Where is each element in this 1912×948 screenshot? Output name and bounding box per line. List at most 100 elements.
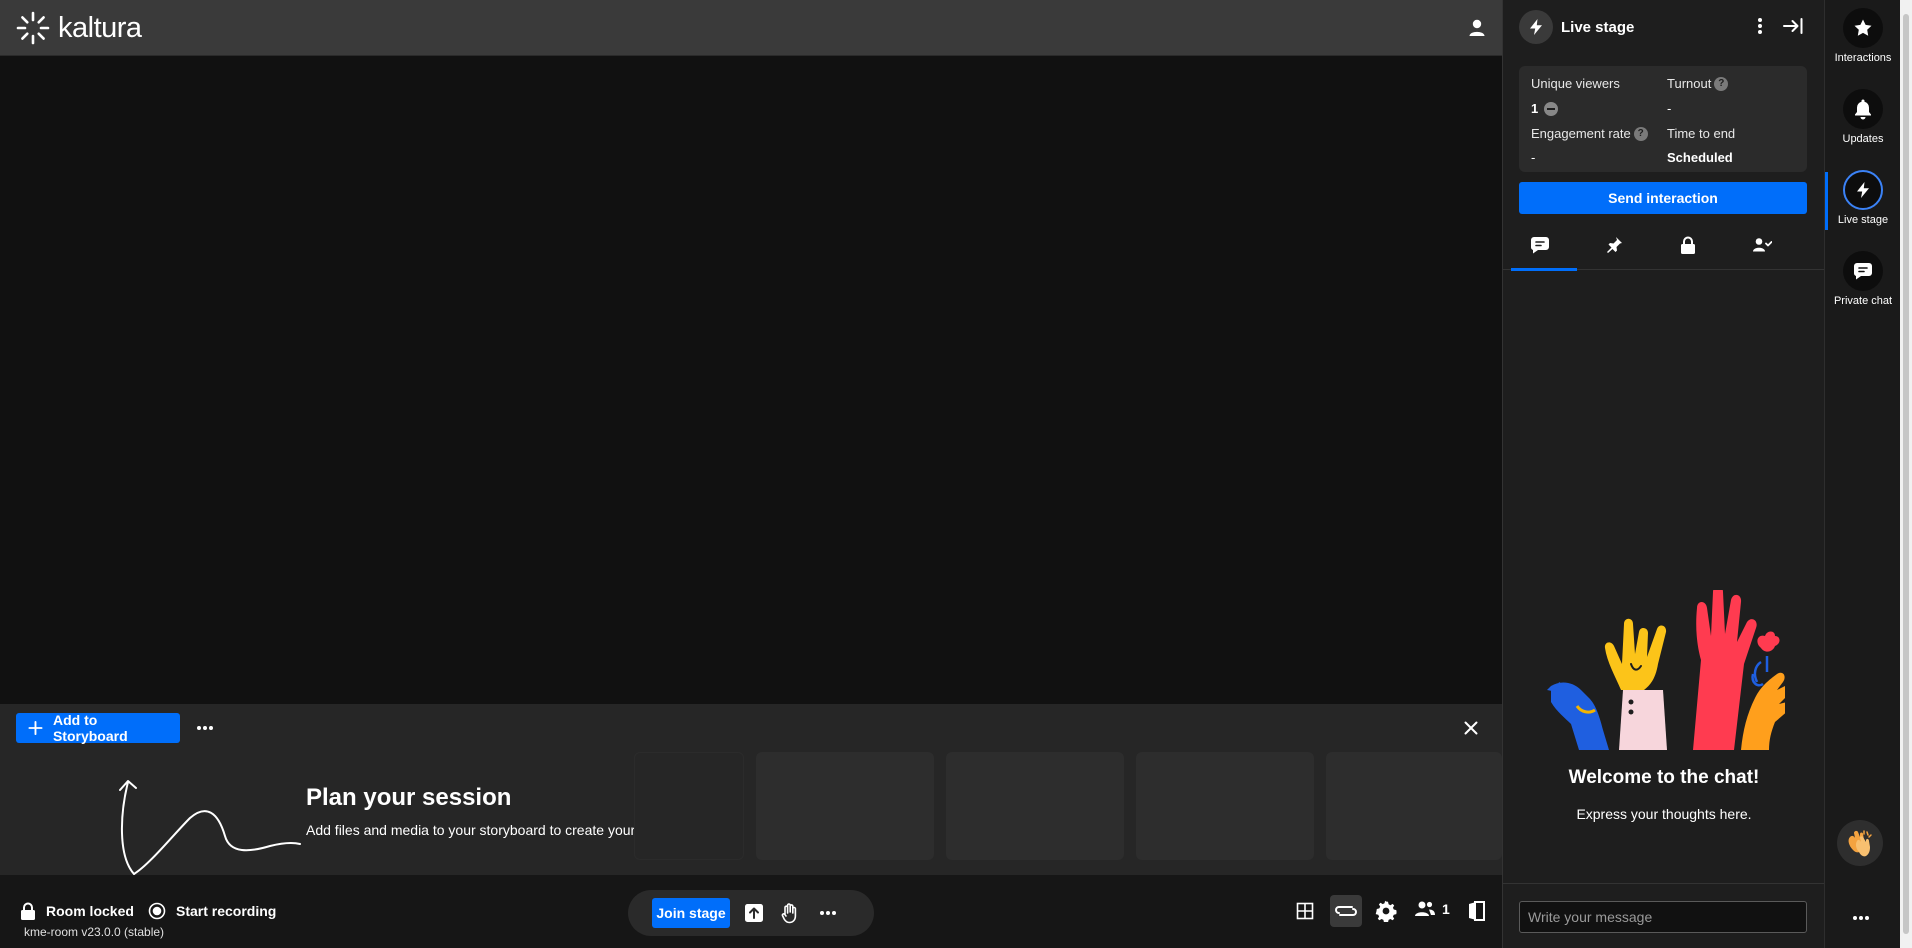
clapping-hands-icon (1848, 830, 1872, 857)
rail-item-label: Private chat (1833, 295, 1893, 307)
raised-hands-illustration (1547, 590, 1785, 750)
rail-item-label: Updates (1842, 133, 1884, 145)
rail-item-updates[interactable]: Updates (1825, 89, 1901, 145)
version-label: kme-room v23.0.0 (stable) (24, 925, 165, 939)
live-stage-panel: Live stage Unique viewers 1 Turnout ? - … (1502, 0, 1825, 948)
stage-controls: Join stage (628, 890, 874, 936)
right-icon-rail: Interactions Updates Live stage Private … (1824, 0, 1900, 948)
time-to-end-label: Time to end (1667, 126, 1735, 141)
top-header: kaltura (0, 0, 1502, 56)
storyboard-title: Plan your session (306, 784, 512, 811)
tab-moderation[interactable] (1725, 220, 1799, 270)
raise-hand-button[interactable] (778, 901, 802, 925)
unique-viewers-value: 1 (1531, 101, 1559, 116)
storyboard-panel: Add to Storyboard Plan your session Add … (0, 704, 1502, 875)
logo-text: kaltura (58, 12, 142, 44)
more-horizontal-icon (1853, 916, 1869, 920)
rail-item-private-chat[interactable]: Private chat (1825, 251, 1901, 307)
settings-button[interactable] (1373, 898, 1399, 924)
star-icon (1843, 8, 1883, 48)
engagement-rate-value: - (1531, 150, 1536, 165)
moderation-icon (1753, 238, 1772, 252)
panel-menu-button[interactable] (1750, 16, 1770, 36)
chat-icon (1530, 237, 1549, 254)
record-icon (148, 902, 166, 920)
grid-icon (1296, 902, 1314, 920)
room-locked-label: Room locked (46, 903, 134, 919)
rail-more-button[interactable] (1849, 906, 1873, 930)
stats-card: Unique viewers 1 Turnout ? - Engagement … (1519, 66, 1807, 172)
turnout-label-text: Turnout (1667, 76, 1712, 91)
user-icon[interactable] (1466, 17, 1488, 39)
leave-door-icon (1469, 901, 1485, 921)
tab-locked[interactable] (1651, 220, 1725, 270)
message-input[interactable] (1519, 901, 1807, 933)
scrollbar-thumb[interactable] (1903, 14, 1909, 934)
plus-icon (28, 720, 43, 736)
rail-item-interactions[interactable]: Interactions (1825, 8, 1901, 64)
storyboard-more-button[interactable] (193, 716, 217, 740)
storyboard-slot (1136, 752, 1314, 860)
engagement-rate-label-text: Engagement rate (1531, 126, 1631, 141)
participants-button[interactable]: 1 (1414, 900, 1450, 918)
lock-icon (1681, 236, 1695, 254)
time-to-end-value: Scheduled (1667, 150, 1733, 165)
raise-hand-icon (781, 903, 797, 924)
bell-icon (1843, 89, 1883, 129)
join-stage-button[interactable]: Join stage (652, 898, 730, 928)
page-scrollbar[interactable] (1900, 0, 1912, 948)
layout-grid-button[interactable] (1292, 898, 1318, 924)
start-recording-label: Start recording (176, 903, 277, 919)
lock-icon (21, 902, 35, 920)
welcome-subtitle: Express your thoughts here. (1576, 806, 1752, 822)
tab-chat[interactable] (1503, 220, 1577, 271)
help-icon[interactable]: ? (1714, 76, 1729, 91)
unique-viewers-label-text: Unique viewers (1531, 76, 1620, 91)
reactions-button[interactable] (1837, 820, 1883, 866)
start-recording-button[interactable]: Start recording (148, 902, 276, 920)
rail-item-label: Live stage (1837, 214, 1889, 226)
turnout-value: - (1667, 101, 1672, 116)
chat-bubble-icon (1843, 251, 1883, 291)
lightning-icon (1843, 170, 1883, 210)
collapse-panel-icon (1783, 18, 1803, 34)
close-icon (1464, 721, 1478, 735)
tab-pinned[interactable] (1577, 220, 1651, 270)
turnout-label: Turnout ? (1667, 76, 1729, 91)
unique-viewers-number: 1 (1531, 101, 1539, 116)
bottom-toolbar: Room locked Start recording kme-room v23… (0, 875, 1502, 948)
storyboard-close-button[interactable] (1459, 716, 1483, 740)
more-horizontal-icon (820, 911, 836, 915)
pin-icon (1607, 237, 1622, 253)
add-to-storyboard-button[interactable]: Add to Storyboard (16, 712, 180, 744)
switch-layout-button[interactable] (1330, 895, 1362, 927)
more-vertical-icon (1758, 18, 1762, 34)
leave-room-button[interactable] (1464, 898, 1490, 924)
curved-arrow-illustration (119, 780, 301, 875)
panel-collapse-button[interactable] (1782, 15, 1804, 37)
unique-viewers-label: Unique viewers (1531, 76, 1620, 91)
storyboard-slot (1326, 752, 1502, 860)
panel-tabs (1503, 220, 1825, 271)
kaltura-logo[interactable]: kaltura (16, 11, 142, 45)
minus-circle-icon[interactable] (1544, 101, 1559, 116)
kaltura-sunburst-icon (16, 11, 50, 45)
welcome-title: Welcome to the chat! (1568, 767, 1760, 788)
engagement-rate-label: Engagement rate ? (1531, 126, 1648, 141)
rail-item-live-stage[interactable]: Live stage (1825, 170, 1901, 226)
message-composer (1503, 883, 1825, 948)
lightning-icon (1519, 10, 1553, 44)
time-to-end-label-text: Time to end (1667, 126, 1736, 141)
send-interaction-button[interactable]: Send interaction (1519, 182, 1807, 214)
room-locked-button[interactable]: Room locked (20, 902, 134, 920)
more-options-button[interactable] (816, 901, 840, 925)
upload-icon (745, 904, 763, 922)
panel-title: Live stage (1561, 18, 1635, 36)
rail-item-label: Interactions (1834, 52, 1892, 64)
main-stage (0, 56, 1502, 704)
more-horizontal-icon (197, 726, 213, 730)
share-upload-button[interactable] (742, 901, 766, 925)
storyboard-slot (634, 752, 744, 860)
help-icon[interactable]: ? (1633, 126, 1648, 141)
storyboard-slot (946, 752, 1124, 860)
